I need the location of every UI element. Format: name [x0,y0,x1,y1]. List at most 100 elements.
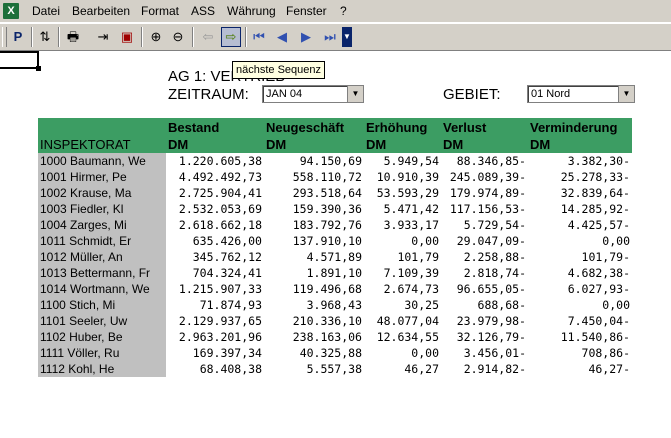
menu-help[interactable]: ? [340,0,347,22]
sort-icon[interactable]: ⇅ [35,27,55,47]
last-icon[interactable]: ⏭ [320,27,340,47]
inspektorat-cell[interactable]: 1011 Schmidt, Er [38,233,166,249]
value-cell[interactable]: 10.910,39 [364,169,441,185]
value-cell[interactable]: 88.346,85- [441,153,528,169]
inspektorat-cell[interactable]: 1102 Huber, Be [38,329,166,345]
inspektorat-cell[interactable]: 1111 Völler, Ru [38,345,166,361]
value-cell[interactable]: 11.540,86- [528,329,632,345]
gebiet-select[interactable]: 01 Nord ▼ [527,85,635,103]
value-cell[interactable]: 3.933,17 [364,217,441,233]
next-sequence-icon[interactable]: ⇨ [221,27,241,47]
value-cell[interactable]: 179.974,89- [441,185,528,201]
first-icon[interactable]: ⏮ [249,27,269,47]
inspektorat-cell[interactable]: 1002 Krause, Ma [38,185,166,201]
value-cell[interactable]: 4.425,57- [528,217,632,233]
inspektorat-cell[interactable]: 1112 Kohl, He [38,361,166,377]
active-cell[interactable] [0,51,41,71]
column-header-verlust[interactable]: Verlust DM [441,118,528,153]
value-cell[interactable]: 210.336,10 [264,313,364,329]
value-cell[interactable]: 708,86- [528,345,632,361]
value-cell[interactable]: 3.456,01- [441,345,528,361]
inspektorat-cell[interactable]: 1001 Hirmer, Pe [38,169,166,185]
value-cell[interactable]: 12.634,55 [364,329,441,345]
value-cell[interactable]: 345.762,12 [166,249,264,265]
value-cell[interactable]: 25.278,33- [528,169,632,185]
value-cell[interactable]: 3.968,43 [264,297,364,313]
value-cell[interactable]: 117.156,53- [441,201,528,217]
value-cell[interactable]: 4.682,38- [528,265,632,281]
value-cell[interactable]: 1.215.907,33 [166,281,264,297]
value-cell[interactable]: 29.047,09- [441,233,528,249]
value-cell[interactable]: 53.593,29 [364,185,441,201]
value-cell[interactable]: 2.725.904,41 [166,185,264,201]
menu-bearbeiten[interactable]: Bearbeiten [72,0,130,22]
value-cell[interactable]: 0,00 [528,233,632,249]
menu-ass[interactable]: ASS [191,0,215,22]
value-cell[interactable]: 48.077,04 [364,313,441,329]
inspektorat-cell[interactable]: 1100 Stich, Mi [38,297,166,313]
value-cell[interactable]: 1.891,10 [264,265,364,281]
value-cell[interactable]: 2.618.662,18 [166,217,264,233]
value-cell[interactable]: 4.571,89 [264,249,364,265]
menu-datei[interactable]: Datei [32,0,60,22]
value-cell[interactable]: 2.914,82- [441,361,528,377]
save-icon[interactable]: ▣ [117,27,137,47]
value-cell[interactable]: 2.258,88- [441,249,528,265]
inspektorat-cell[interactable]: 1004 Zarges, Mi [38,217,166,233]
chevron-down-icon[interactable]: ▼ [347,86,363,102]
value-cell[interactable]: 704.324,41 [166,265,264,281]
value-cell[interactable]: 2.963.201,96 [166,329,264,345]
value-cell[interactable]: 2.532.053,69 [166,201,264,217]
value-cell[interactable]: 23.979,98- [441,313,528,329]
value-cell[interactable]: 4.492.492,73 [166,169,264,185]
value-cell[interactable]: 71.874,93 [166,297,264,313]
value-cell[interactable]: 30,25 [364,297,441,313]
value-cell[interactable]: 635.426,00 [166,233,264,249]
value-cell[interactable]: 101,79 [364,249,441,265]
value-cell[interactable]: 688,68- [441,297,528,313]
value-cell[interactable]: 137.910,10 [264,233,364,249]
inspektorat-cell[interactable]: 1012 Müller, An [38,249,166,265]
value-cell[interactable]: 0,00 [528,297,632,313]
export-icon[interactable]: ⇥ [93,27,113,47]
toolbar-grip[interactable] [2,27,7,47]
value-cell[interactable]: 5.729,54- [441,217,528,233]
toolbar-options-chevron-icon[interactable]: ▼ [342,27,352,47]
previous-icon[interactable]: ◀ [272,27,292,47]
menu-waehrung[interactable]: Währung [227,0,276,22]
column-header-verminderung[interactable]: Verminderung DM [528,118,632,153]
print-icon[interactable]: 🖶 [63,27,83,47]
value-cell[interactable]: 7.450,04- [528,313,632,329]
value-cell[interactable]: 238.163,06 [264,329,364,345]
value-cell[interactable]: 245.089,39- [441,169,528,185]
p-button[interactable]: P [8,27,28,47]
excel-icon[interactable]: X [3,3,19,19]
value-cell[interactable]: 2.129.937,65 [166,313,264,329]
zeitraum-select[interactable]: JAN 04 ▼ [262,85,364,103]
value-cell[interactable]: 5.471,42 [364,201,441,217]
value-cell[interactable]: 40.325,88 [264,345,364,361]
value-cell[interactable]: 1.220.605,38 [166,153,264,169]
value-cell[interactable]: 119.496,68 [264,281,364,297]
value-cell[interactable]: 7.109,39 [364,265,441,281]
column-header-erhoehung[interactable]: Erhöhung DM [364,118,441,153]
value-cell[interactable]: 68.408,38 [166,361,264,377]
value-cell[interactable]: 46,27 [364,361,441,377]
value-cell[interactable]: 32.126,79- [441,329,528,345]
value-cell[interactable]: 14.285,92- [528,201,632,217]
value-cell[interactable]: 6.027,93- [528,281,632,297]
value-cell[interactable]: 96.655,05- [441,281,528,297]
column-header-neugeschaeft[interactable]: Neugeschäft DM [264,118,364,153]
value-cell[interactable]: 0,00 [364,345,441,361]
chevron-down-icon[interactable]: ▼ [618,86,634,102]
value-cell[interactable]: 46,27- [528,361,632,377]
value-cell[interactable]: 101,79- [528,249,632,265]
value-cell[interactable]: 3.382,30- [528,153,632,169]
next-icon[interactable]: ▶ [296,27,316,47]
menu-fenster[interactable]: Fenster [286,0,327,22]
previous-sequence-icon[interactable]: ⇦ [198,27,218,47]
column-header-bestand[interactable]: Bestand DM [166,118,264,153]
value-cell[interactable]: 183.792,76 [264,217,364,233]
value-cell[interactable]: 32.839,64- [528,185,632,201]
value-cell[interactable]: 2.818,74- [441,265,528,281]
